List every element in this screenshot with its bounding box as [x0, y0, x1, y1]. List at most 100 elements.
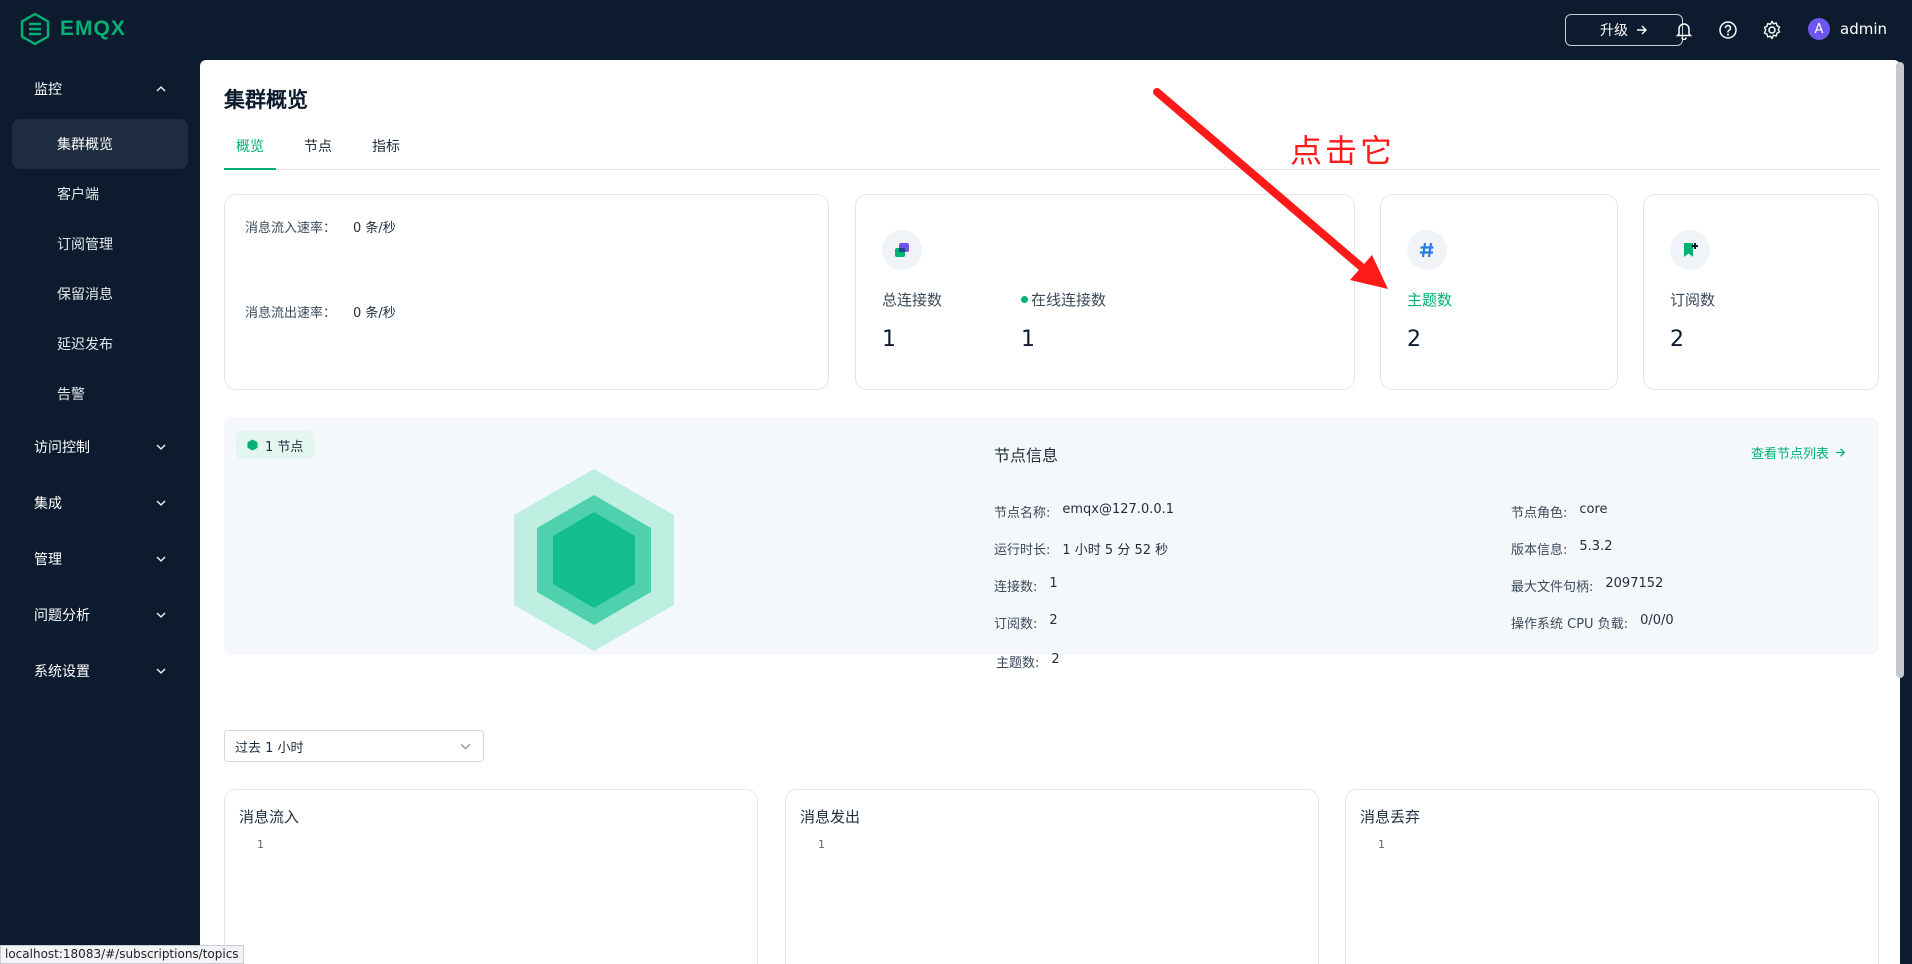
max-fd-row: 最大文件句柄: 2097152 — [1511, 576, 1663, 595]
connections-icon — [882, 230, 922, 270]
node-info-panel: 1 节点 节点信息 查看节点列表 节点名称: emqx@127.0.0.1 运行时… — [224, 417, 1879, 655]
subscriptions-value: 2 — [1670, 327, 1684, 352]
sidebar-item-label: 保留消息 — [57, 287, 113, 303]
chart-title: 消息丢弃 — [1360, 808, 1421, 826]
time-range-select[interactable]: 过去 1 小时 — [224, 730, 484, 762]
chevron-up-icon — [156, 86, 166, 92]
message-in-rate-value: 0 条/秒 — [353, 221, 396, 236]
sidebar-group-access-control[interactable]: 访问控制 — [0, 422, 200, 472]
chevron-down-icon — [156, 612, 166, 618]
sidebar-group-label: 管理 — [34, 552, 62, 568]
message-rate-card: 消息流入速率： 0 条/秒 消息流出速率： 0 条/秒 — [224, 194, 829, 390]
hexagon-icon — [247, 439, 258, 451]
kv-key: 运行时长: — [994, 543, 1051, 558]
subscriptions-card: 订阅数 2 — [1643, 194, 1879, 390]
hash-icon — [1407, 230, 1447, 270]
sidebar-group-system-settings[interactable]: 系统设置 — [0, 646, 200, 696]
user-name: admin — [1840, 20, 1887, 38]
chart-messages-in: 消息流入 1 — [224, 789, 758, 964]
sidebar-item-label: 订阅管理 — [57, 237, 113, 253]
settings-gear-icon[interactable] — [1760, 18, 1784, 42]
connections-card: 总连接数 1 在线连接数 1 — [855, 194, 1355, 390]
online-connections-label: 在线连接数 — [1031, 291, 1107, 309]
kv-key: 最大文件句柄: — [1511, 580, 1594, 595]
node-hexagon-graphic[interactable] — [511, 467, 677, 653]
node-role-row: 节点角色: core — [1511, 502, 1608, 521]
sidebar-group-label: 访问控制 — [34, 440, 90, 456]
tab-overview[interactable]: 概览 — [224, 136, 276, 170]
version-value[interactable]: 5.3.2 — [1579, 539, 1612, 558]
kv-key: 节点角色: — [1511, 506, 1568, 521]
user-menu[interactable]: A admin — [1808, 18, 1887, 40]
chevron-down-icon — [156, 444, 166, 450]
online-status-dot — [1021, 296, 1028, 303]
sidebar-item-cluster-overview[interactable]: 集群概览 — [12, 119, 188, 169]
topics-value: 2 — [1407, 327, 1421, 352]
chevron-down-icon — [460, 743, 471, 750]
version-row: 版本信息: 5.3.2 — [1511, 539, 1612, 558]
help-icon[interactable] — [1716, 18, 1740, 42]
app-name: EMQX — [60, 17, 126, 40]
kv-value: core — [1579, 502, 1608, 517]
sidebar-item-label: 客户端 — [57, 187, 99, 203]
status-bar-url: localhost:18083/#/subscriptions/topics — [0, 945, 244, 964]
sidebar-item-subscriptions[interactable]: 订阅管理 — [12, 219, 188, 269]
sidebar-group-label: 监控 — [34, 82, 62, 98]
total-connections-label: 总连接数 — [882, 291, 943, 309]
annotation-label: 点击它 — [1290, 132, 1396, 170]
tab-bar: 概览 节点 指标 — [224, 136, 1879, 170]
kv-key: 版本信息: — [1511, 543, 1568, 558]
emqx-logo[interactable]: EMQX — [20, 12, 126, 46]
chevron-down-icon — [156, 556, 166, 562]
y-axis-tick: 1 — [818, 838, 825, 851]
main-content: 集群概览 概览 节点 指标 消息流入速率： 0 条/秒 消息流出速率： 0 条/… — [200, 60, 1900, 964]
avatar: A — [1808, 18, 1830, 40]
tab-metrics[interactable]: 指标 — [360, 136, 412, 170]
connections-row: 连接数: 1 — [994, 576, 1058, 595]
sidebar-group-management[interactable]: 管理 — [0, 534, 200, 584]
subscriptions-row: 订阅数: 2 — [994, 613, 1058, 632]
message-out-rate-label: 消息流出速率： — [245, 306, 337, 321]
node-name-row: 节点名称: emqx@127.0.0.1 — [994, 502, 1174, 521]
chart-title: 消息发出 — [800, 808, 861, 826]
notification-bell-icon[interactable] — [1672, 18, 1696, 42]
sidebar-group-diagnostics[interactable]: 问题分析 — [0, 590, 200, 640]
sidebar-group-integration[interactable]: 集成 — [0, 478, 200, 528]
arrow-right-icon — [1637, 25, 1647, 35]
chart-messages-dropped: 消息丢弃 1 — [1345, 789, 1879, 964]
y-axis-tick: 1 — [1378, 838, 1385, 851]
sidebar: 监控 集群概览 客户端 订阅管理 保留消息 延迟发布 告警 访问控制 集成 管理… — [0, 60, 200, 964]
online-connections-value: 1 — [1021, 327, 1035, 352]
sidebar-group-label: 问题分析 — [34, 608, 90, 624]
kv-value: 0/0/0 — [1640, 613, 1674, 628]
kv-key: 订阅数: — [994, 617, 1038, 632]
sidebar-item-alarms[interactable]: 告警 — [12, 369, 188, 419]
sidebar-item-label: 告警 — [57, 387, 85, 403]
kv-value: 1 小时 5 分 52 秒 — [1062, 543, 1169, 558]
kv-value: 2 — [1051, 652, 1060, 667]
chevron-down-icon — [156, 668, 166, 674]
kv-key: 连接数: — [994, 580, 1038, 595]
uptime-row: 运行时长: 1 小时 5 分 52 秒 — [994, 539, 1168, 558]
page-scrollbar[interactable] — [1896, 62, 1904, 678]
kv-value: 2097152 — [1605, 576, 1664, 591]
subscriptions-label: 订阅数 — [1670, 291, 1716, 309]
sidebar-group-monitor[interactable]: 监控 — [0, 64, 200, 114]
page-title: 集群概览 — [224, 88, 308, 112]
y-axis-tick: 1 — [257, 838, 264, 851]
kv-value: 1 — [1049, 576, 1058, 591]
view-node-list-link[interactable]: 查看节点列表 — [1751, 443, 1846, 462]
chart-title: 消息流入 — [239, 808, 300, 826]
topics-label[interactable]: 主题数 — [1407, 289, 1452, 310]
sidebar-item-retained[interactable]: 保留消息 — [12, 269, 188, 319]
sidebar-item-delayed[interactable]: 延迟发布 — [12, 319, 188, 369]
message-in-rate-label: 消息流入速率： — [245, 221, 337, 236]
view-node-list-label: 查看节点列表 — [1751, 447, 1830, 462]
topics-card[interactable]: 主题数 2 — [1380, 194, 1618, 390]
upgrade-button[interactable]: 升级 — [1565, 14, 1683, 46]
topics-row: 主题数: 2 — [996, 652, 1060, 671]
bookmark-plus-icon — [1670, 230, 1710, 270]
tab-nodes[interactable]: 节点 — [292, 136, 344, 170]
sidebar-item-clients[interactable]: 客户端 — [12, 169, 188, 219]
emqx-logo-icon — [20, 12, 50, 46]
